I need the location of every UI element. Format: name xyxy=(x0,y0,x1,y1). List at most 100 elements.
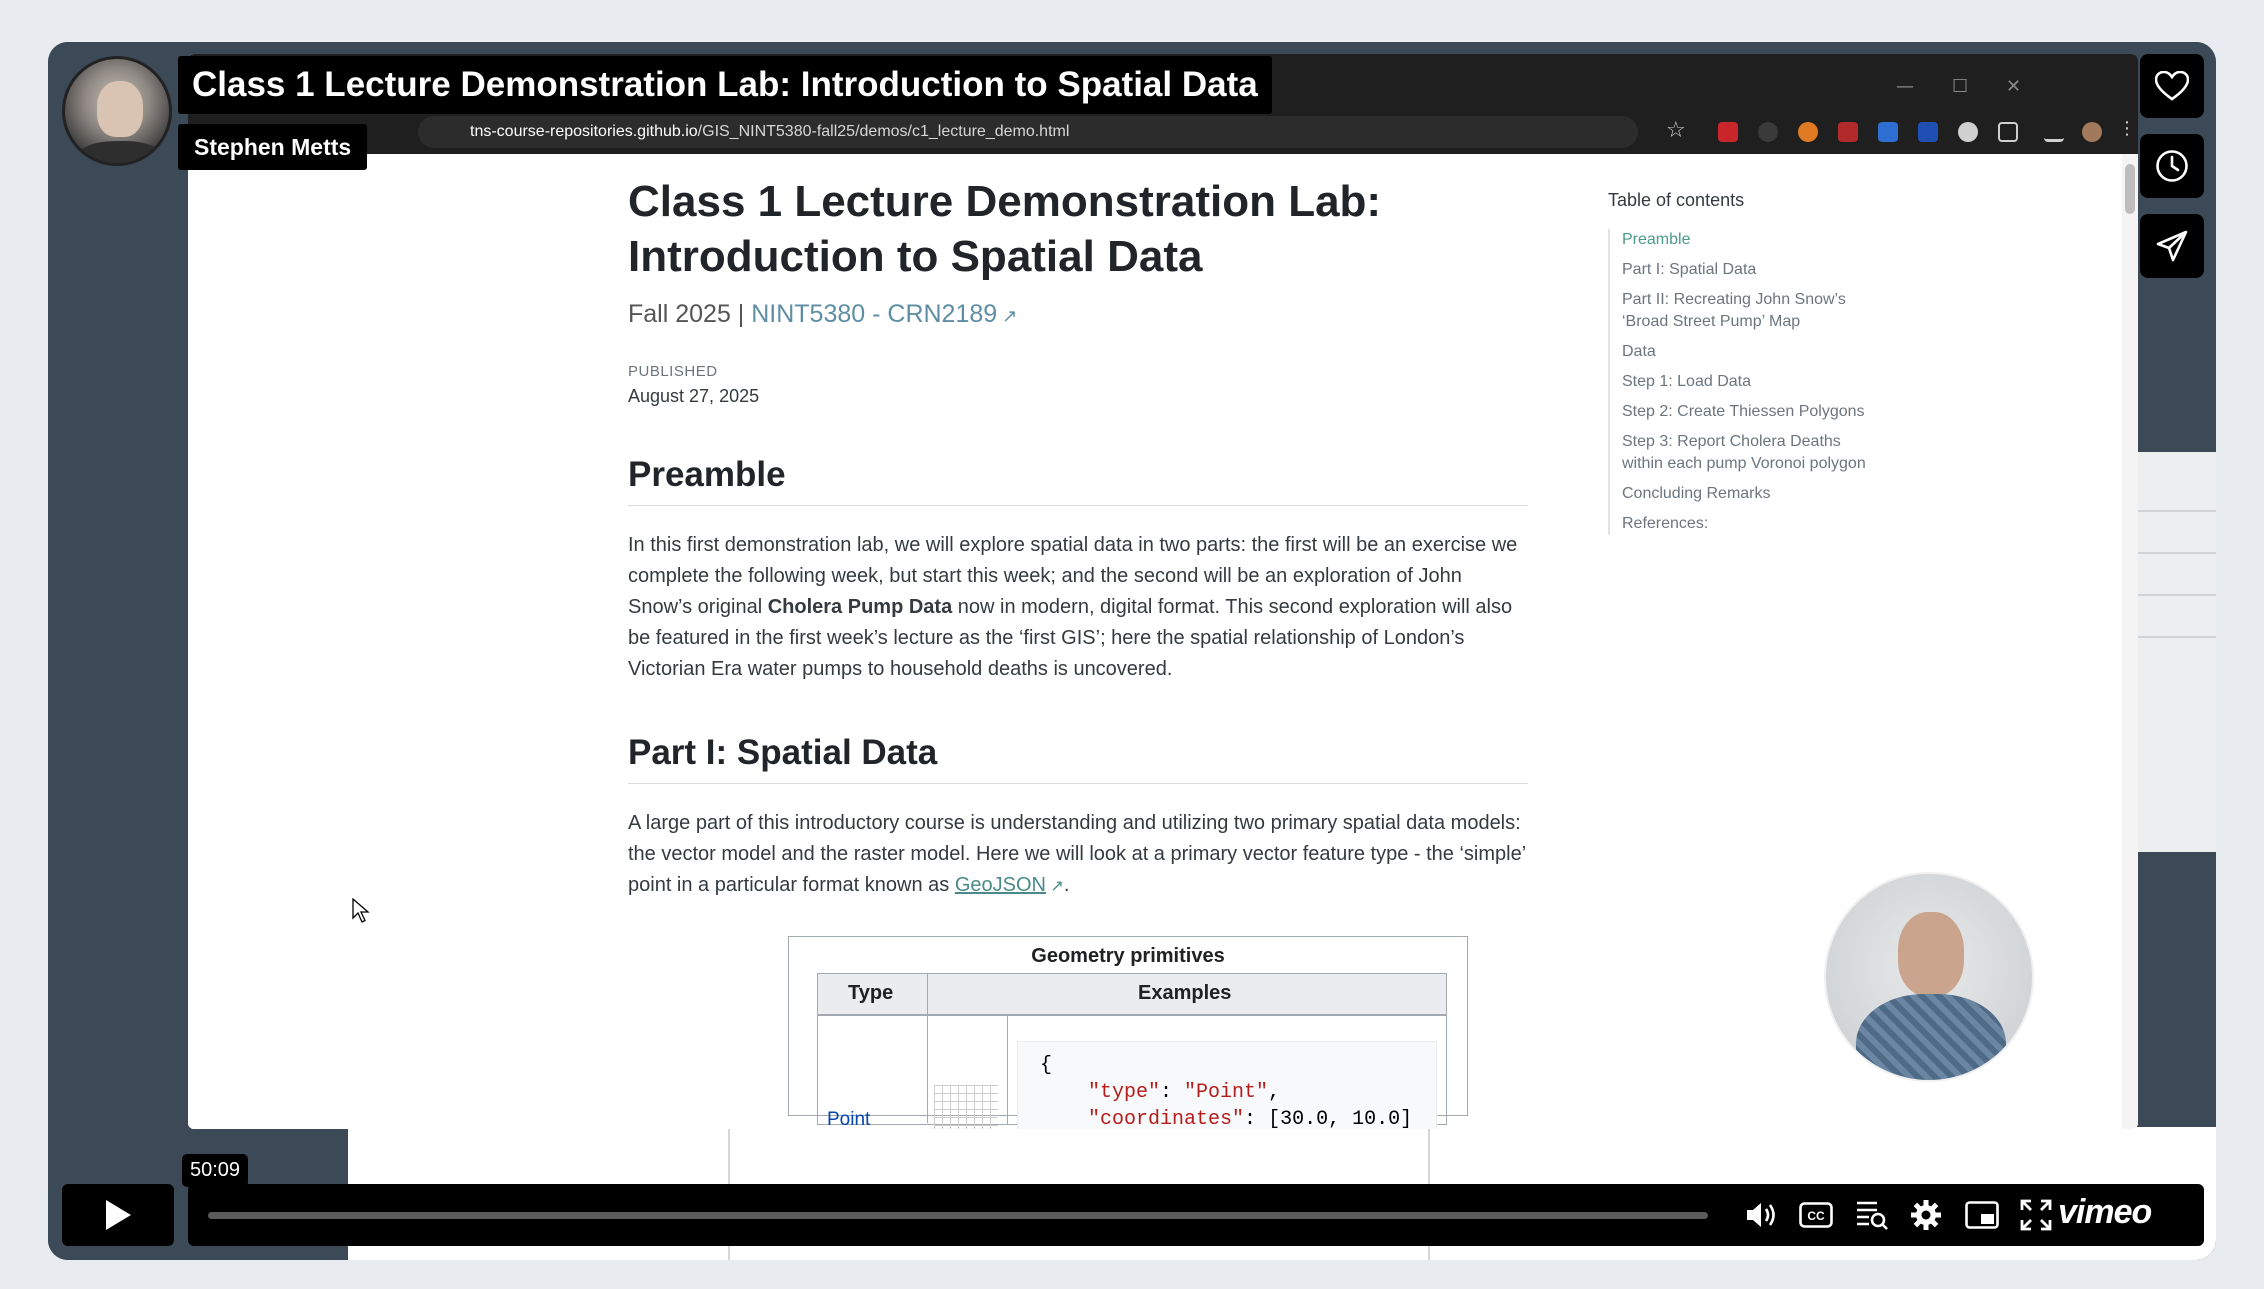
player-controls: CC vimeo xyxy=(62,1184,2204,1246)
captions-button[interactable]: CC xyxy=(1798,1197,1834,1233)
extension-icon[interactable] xyxy=(1838,122,1858,142)
fullscreen-button[interactable] xyxy=(2018,1197,2054,1233)
presenter-body xyxy=(1856,994,2006,1080)
geojson-link[interactable]: GeoJSON xyxy=(955,874,1046,896)
picture-in-picture-button[interactable] xyxy=(1964,1197,2000,1233)
toc-item-part1[interactable]: Part I: Spatial Data xyxy=(1622,259,1868,281)
geometry-primitives-table: Geometry primitives Type Examples Point … xyxy=(788,936,1468,1129)
close-icon[interactable]: ✕ xyxy=(2006,76,2021,97)
play-button[interactable] xyxy=(62,1184,174,1246)
watch-later-button[interactable] xyxy=(2140,134,2204,198)
settings-button[interactable] xyxy=(1908,1197,1944,1233)
captions-icon: CC xyxy=(1799,1202,1833,1228)
code-block: { "type": "Point", "coordinates": [30.0,… xyxy=(1017,1041,1437,1129)
toc-item-step3[interactable]: Step 3: Report Cholera Deaths within eac… xyxy=(1622,431,1868,475)
toc-item-references[interactable]: References: xyxy=(1622,513,1868,535)
vimeo-logo[interactable]: vimeo xyxy=(2058,1193,2152,1232)
scrollbar-thumb[interactable] xyxy=(2125,164,2135,214)
video-player[interactable]: — ☐ ✕ tns-course-repositories.github.io/… xyxy=(48,42,2216,1260)
scrollbar[interactable] xyxy=(2122,154,2138,1129)
toc-item-step2[interactable]: Step 2: Create Thiessen Polygons xyxy=(1622,401,1868,423)
author-avatar[interactable] xyxy=(62,56,172,166)
toc-item-part2[interactable]: Part II: Recreating John Snow’s ‘Broad S… xyxy=(1622,289,1868,333)
control-bar: CC vimeo xyxy=(188,1184,2204,1246)
extension-icon[interactable] xyxy=(1958,122,1978,142)
gear-icon xyxy=(1911,1200,1941,1230)
url-host: tns-course-repositories.github.io xyxy=(470,123,698,140)
fullscreen-icon xyxy=(2020,1199,2052,1231)
clock-icon xyxy=(2156,150,2188,182)
address-bar[interactable]: tns-course-repositories.github.io/GIS_NI… xyxy=(418,116,1638,148)
video-author[interactable]: Stephen Metts xyxy=(178,124,368,170)
extension-icon[interactable] xyxy=(1758,122,1778,142)
toc-item-step1[interactable]: Step 1: Load Data xyxy=(1622,371,1868,393)
presenter-head xyxy=(1898,912,1964,996)
section-heading-part1: Part I: Spatial Data xyxy=(628,733,1528,784)
part1-paragraph: A large part of this introductory course… xyxy=(628,808,1528,902)
column-header-type: Type xyxy=(848,982,894,1004)
course-link[interactable]: NINT5380 - CRN2189 xyxy=(751,300,997,328)
subtitle-prefix: Fall 2025 | xyxy=(628,300,752,328)
extension-icon[interactable] xyxy=(1918,122,1938,142)
external-link-icon: ↗ xyxy=(1045,878,1064,895)
volume-button[interactable] xyxy=(1744,1197,1780,1233)
section-heading-preamble: Preamble xyxy=(628,455,1528,506)
geometry-type-point[interactable]: Point xyxy=(827,1109,870,1129)
toc-list: Preamble Part I: Spatial Data Part II: R… xyxy=(1608,229,1868,535)
page-title: Class 1 Lecture Demonstration Lab: Intro… xyxy=(628,177,1382,281)
extension-icon[interactable] xyxy=(1718,122,1738,142)
share-button[interactable] xyxy=(2140,214,2204,278)
profile-icon[interactable] xyxy=(2082,122,2102,142)
download-icon[interactable] xyxy=(2044,122,2064,142)
part1-text: A large part of this introductory course… xyxy=(628,812,1526,896)
webcam-overlay xyxy=(1824,872,2034,1082)
preamble-paragraph: In this first demonstration lab, we will… xyxy=(628,530,1528,685)
toc-item-data[interactable]: Data xyxy=(1622,341,1868,363)
volume-icon xyxy=(1747,1203,1775,1227)
maximize-icon[interactable]: ☐ xyxy=(1952,76,1968,97)
point-grid-image xyxy=(934,1085,998,1129)
pip-icon xyxy=(1965,1201,1999,1229)
extension-icon[interactable] xyxy=(1878,122,1898,142)
transcript-button[interactable] xyxy=(1854,1197,1890,1233)
table-of-contents: Table of contents Preamble Part I: Spati… xyxy=(1608,190,1868,543)
published-label: PUBLISHED xyxy=(628,363,718,380)
table-header: Type Examples xyxy=(817,973,1447,1015)
menu-kebab-icon[interactable]: ⋮ xyxy=(2118,118,2136,139)
extension-icon[interactable] xyxy=(1798,122,1818,142)
like-button[interactable] xyxy=(2140,54,2204,118)
mouse-cursor-icon xyxy=(352,898,370,923)
published-date: August 27, 2025 xyxy=(628,386,760,406)
table-divider xyxy=(927,973,928,1123)
column-header-examples: Examples xyxy=(1138,982,1232,1004)
preamble-bold: Cholera Pump Data xyxy=(767,596,953,618)
bookmark-star-icon[interactable]: ☆ xyxy=(1666,118,1686,143)
progress-track[interactable] xyxy=(208,1212,1708,1219)
code-key: "type" xyxy=(1088,1081,1161,1104)
toc-item-preamble[interactable]: Preamble xyxy=(1622,229,1868,251)
avatar-face xyxy=(97,81,143,137)
transcript-icon xyxy=(1857,1201,1888,1230)
svg-text:CC: CC xyxy=(1807,1209,1825,1223)
code-value: "Point" xyxy=(1184,1081,1269,1104)
code-value: [30.0, 10.0] xyxy=(1268,1108,1413,1129)
video-title[interactable]: Class 1 Lecture Demonstration Lab: Intro… xyxy=(178,56,1272,114)
avatar-shirt xyxy=(75,141,165,163)
page-subtitle: Fall 2025 | NINT5380 - CRN2189 ↗ xyxy=(628,300,1528,329)
time-tooltip: 50:09 xyxy=(182,1154,249,1194)
code-key: "coordinates" xyxy=(1088,1108,1245,1129)
extensions-puzzle-icon[interactable] xyxy=(1998,122,2018,142)
paper-plane-icon xyxy=(2156,230,2188,262)
external-link-icon: ↗ xyxy=(997,306,1018,326)
toc-item-concluding[interactable]: Concluding Remarks xyxy=(1622,483,1868,505)
code-brace: { xyxy=(1040,1054,1053,1077)
toc-title: Table of contents xyxy=(1608,190,1745,210)
minimize-icon[interactable]: — xyxy=(1896,76,1914,97)
table-divider xyxy=(1007,1015,1008,1125)
article: Class 1 Lecture Demonstration Lab: Intro… xyxy=(628,174,1528,902)
part1-end: . xyxy=(1063,874,1070,896)
heart-icon xyxy=(2155,71,2189,101)
play-icon xyxy=(106,1200,131,1230)
table-caption: Geometry primitives xyxy=(1031,945,1225,967)
url-path: /GIS_NINT5380-fall25/demos/c1_lecture_de… xyxy=(697,123,1070,140)
